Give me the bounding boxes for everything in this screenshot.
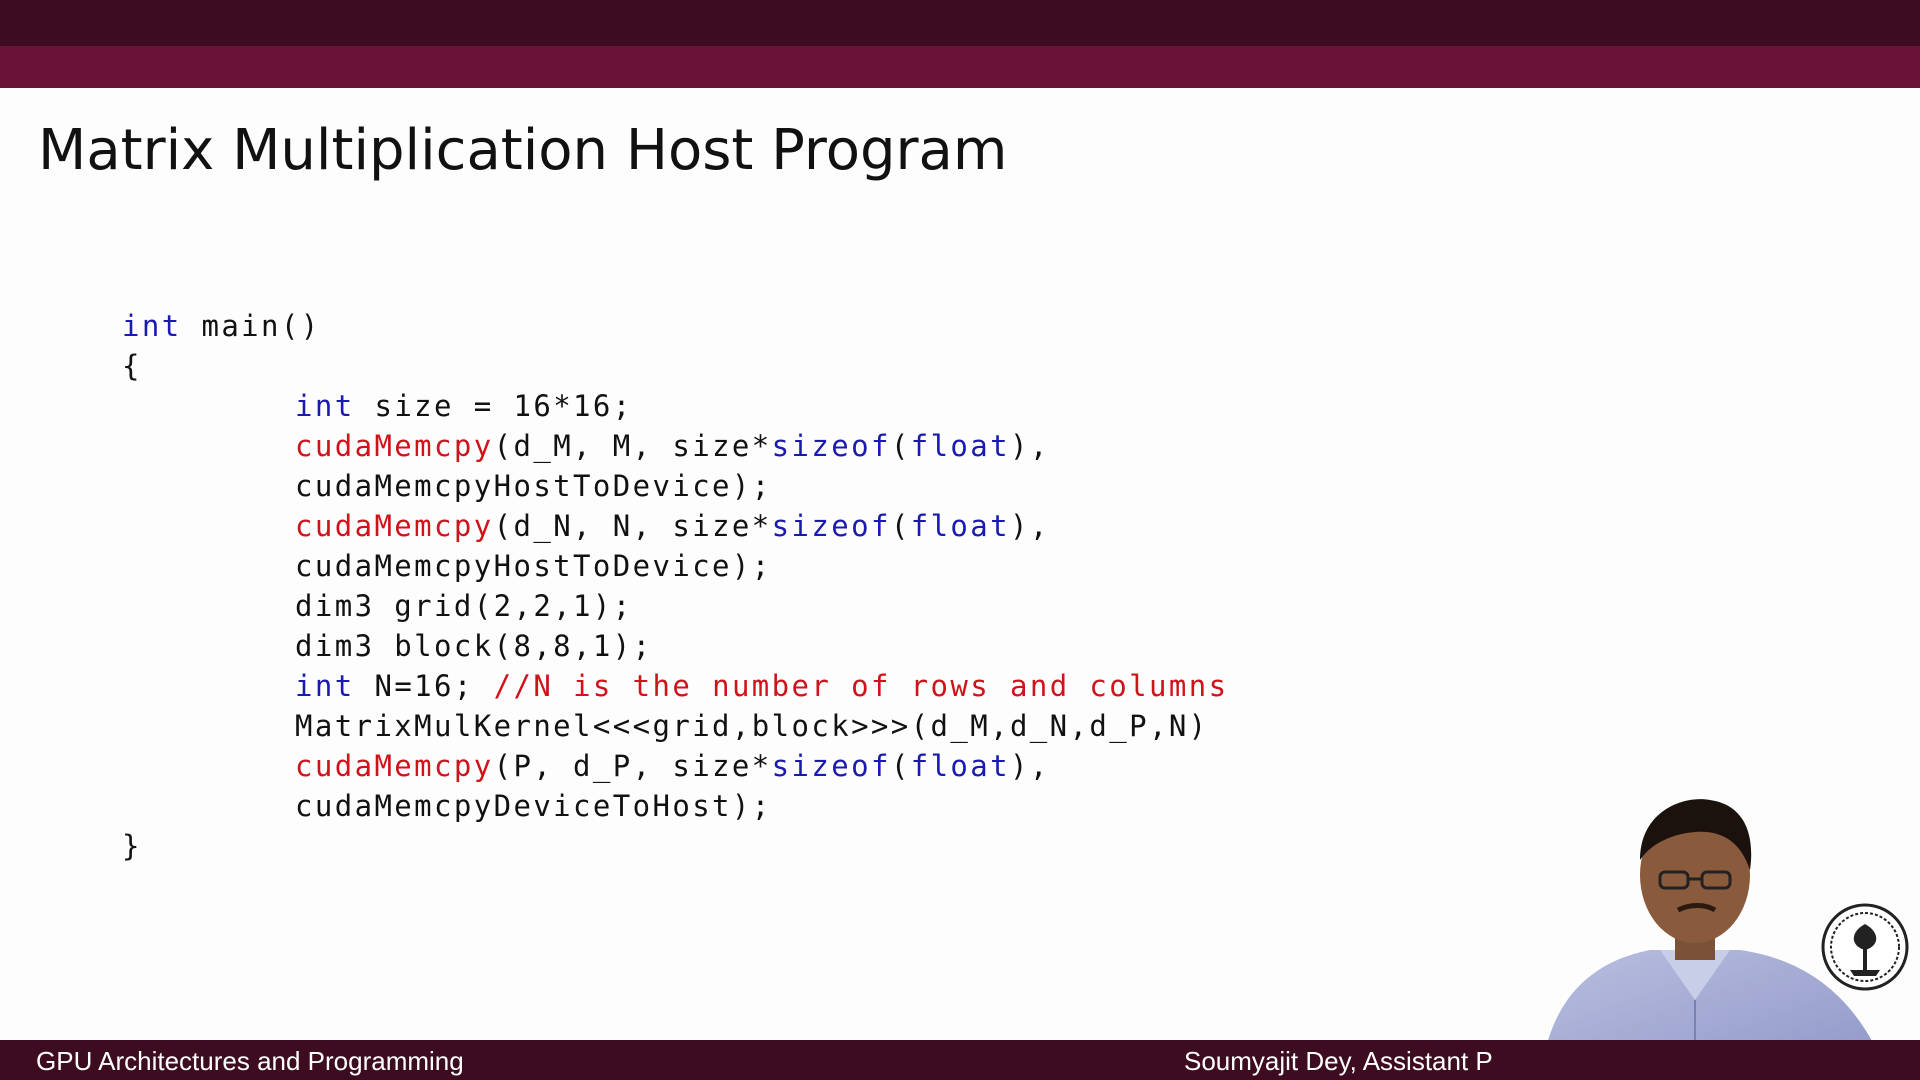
code-text: ( <box>890 509 911 543</box>
code-keyword: float <box>910 509 1011 543</box>
code-line: int size = 16*16; <box>295 386 633 426</box>
code-text: size = 16*16; <box>354 389 633 423</box>
code-keyword: float <box>910 749 1011 783</box>
code-text: ), <box>1010 749 1050 783</box>
code-text: (d_N, N, size* <box>493 509 772 543</box>
code-line: MatrixMulKernel<<<grid,block>>>(d_M,d_N,… <box>295 709 1209 743</box>
presenter-name: Soumyajit Dey, Assistant P <box>1184 1046 1493 1076</box>
code-keyword: float <box>910 429 1011 463</box>
code-line: dim3 grid(2,2,1); <box>295 589 633 623</box>
code-function: cudaMemcpy <box>295 429 494 463</box>
code-text: main() <box>181 309 321 343</box>
code-line: { <box>122 349 142 383</box>
code-line: cudaMemcpy(P, d_P, size*sizeof(float), <box>295 746 1050 786</box>
code-keyword: int <box>122 309 182 343</box>
code-text: ), <box>1010 429 1050 463</box>
code-text: ( <box>890 749 911 783</box>
code-line: cudaMemcpyDeviceToHost); <box>295 789 772 823</box>
header-band-dark <box>0 0 1920 46</box>
code-line: dim3 block(8,8,1); <box>295 629 653 663</box>
code-keyword: int <box>295 669 355 703</box>
presenter-video <box>1510 790 1920 1080</box>
code-line: int main() <box>122 306 321 346</box>
course-title: GPU Architectures and Programming <box>36 1046 464 1076</box>
code-text: N=16; <box>354 669 494 703</box>
code-keyword: sizeof <box>771 749 891 783</box>
code-line: int N=16; //N is the number of rows and … <box>295 666 1228 706</box>
code-line: cudaMemcpyHostToDevice); <box>295 469 772 503</box>
code-text: (d_M, M, size* <box>493 429 772 463</box>
code-function: cudaMemcpy <box>295 509 494 543</box>
slide-title: Matrix Multiplication Host Program <box>38 118 1008 183</box>
code-text: ), <box>1010 509 1050 543</box>
code-line: cudaMemcpy(d_N, N, size*sizeof(float), <box>295 506 1050 546</box>
code-comment: //N is the number of rows and columns <box>493 669 1229 703</box>
code-keyword: sizeof <box>771 429 891 463</box>
code-keyword: int <box>295 389 355 423</box>
code-line: } <box>122 829 142 863</box>
code-line: cudaMemcpyHostToDevice); <box>295 549 772 583</box>
code-text: (P, d_P, size* <box>493 749 772 783</box>
code-keyword: sizeof <box>771 509 891 543</box>
code-line: cudaMemcpy(d_M, M, size*sizeof(float), <box>295 426 1050 466</box>
header-band <box>0 46 1920 88</box>
slide: Matrix Multiplication Host Program int m… <box>0 0 1920 1080</box>
code-function: cudaMemcpy <box>295 749 494 783</box>
code-text: ( <box>890 429 911 463</box>
